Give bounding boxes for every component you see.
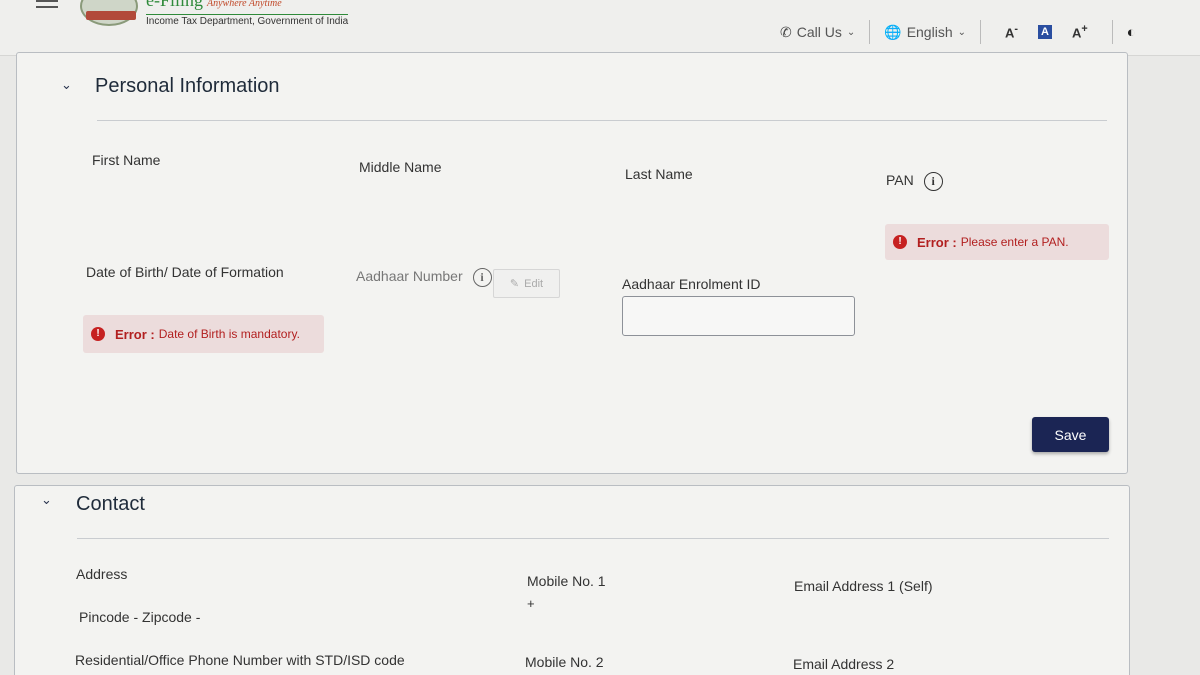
header-divider (980, 20, 981, 44)
brand-title-text: e-Filing (146, 0, 203, 10)
error-text: Date of Birth is mandatory. (158, 327, 300, 341)
section-divider (97, 120, 1107, 121)
personal-info-title: Personal Information (95, 75, 280, 97)
font-increase-button[interactable]: A+ (1072, 23, 1088, 40)
section-divider (77, 538, 1109, 539)
phone-icon: ✆ (780, 23, 792, 40)
top-header: e-Filing Anywhere Anytime Income Tax Depa… (0, 0, 1200, 56)
contact-title: Contact (76, 493, 145, 515)
contact-card: ⌄ Contact Address Pincode - Zipcode - Re… (14, 485, 1130, 675)
chevron-down-icon: ⌄ (957, 26, 966, 38)
chevron-down-icon: ⌄ (846, 26, 856, 38)
call-us-label: Call Us (796, 24, 842, 40)
language-selector[interactable]: 🌐 English ⌄ (884, 24, 966, 41)
error-prefix: Error : (115, 326, 155, 342)
first-name-label: First Name (92, 152, 161, 168)
contrast-icon[interactable]: ◐ (1127, 24, 1136, 41)
menu-icon[interactable] (36, 0, 58, 14)
aadhaar-label: Aadhaar Number (356, 268, 463, 285)
brand-subtitle: Income Tax Department, Government of Ind… (146, 14, 349, 27)
header-divider (869, 20, 871, 44)
call-us-menu[interactable]: ✆ Call Us ⌄ (780, 24, 855, 41)
error-prefix: Error : (917, 234, 957, 250)
emblem-logo (80, 0, 138, 26)
mobile-1-label: Mobile No. 1 (527, 573, 606, 589)
font-default-button[interactable]: A (1038, 25, 1052, 39)
pencil-icon: ✎ (509, 278, 520, 290)
pan-label-group: PAN i (886, 172, 943, 191)
mobile-1-prefix: + (527, 596, 535, 611)
pan-label: PAN (886, 172, 914, 189)
chevron-down-icon[interactable]: ⌄ (41, 492, 52, 508)
font-decrease-button[interactable]: A- (1005, 23, 1018, 40)
font-decrease-label: A (1005, 25, 1015, 41)
address-label: Address (76, 566, 128, 582)
info-icon[interactable]: i (923, 172, 943, 191)
save-button[interactable]: Save (1032, 417, 1109, 452)
last-name-label: Last Name (625, 166, 693, 182)
middle-name-label: Middle Name (359, 159, 442, 175)
header-divider (1111, 20, 1113, 44)
edit-label: Edit (524, 277, 544, 290)
phone-label: Residential/Office Phone Number with STD… (75, 652, 405, 668)
globe-icon: 🌐 (884, 23, 902, 40)
dob-label: Date of Birth/ Date of Formation (86, 264, 284, 280)
language-label: English (906, 24, 953, 40)
info-icon[interactable]: i (472, 268, 492, 287)
pan-error-message: ! Error : Please enter a PAN. (885, 224, 1109, 260)
font-increase-label: A (1071, 25, 1082, 41)
brand-tagline: Anywhere Anytime (207, 0, 282, 9)
pincode-label: Pincode - Zipcode - (79, 609, 201, 625)
mobile-2-label: Mobile No. 2 (525, 654, 604, 670)
aadhaar-enrolment-label: Aadhaar Enrolment ID (622, 276, 761, 292)
error-text: Please enter a PAN. (960, 235, 1069, 249)
aadhaar-edit-button[interactable]: ✎ Edit (493, 269, 560, 298)
aadhaar-enrolment-input[interactable] (622, 296, 855, 336)
aadhaar-label-group: Aadhaar Number i (356, 268, 492, 287)
error-icon: ! (893, 235, 907, 249)
error-icon: ! (91, 327, 105, 341)
dob-error-message: ! Error : Date of Birth is mandatory. (83, 315, 324, 353)
chevron-down-icon[interactable]: ⌄ (61, 77, 72, 93)
header-actions: ✆ Call Us ⌄ 🌐 English ⌄ A- A A+ ◐ (780, 18, 1136, 46)
email-1-label: Email Address 1 (Self) (794, 578, 933, 594)
personal-information-card: ⌄ Personal Information First Name Middle… (16, 52, 1128, 474)
email-2-label: Email Address 2 (793, 656, 895, 672)
brand-title: e-Filing Anywhere Anytime (146, 0, 282, 11)
